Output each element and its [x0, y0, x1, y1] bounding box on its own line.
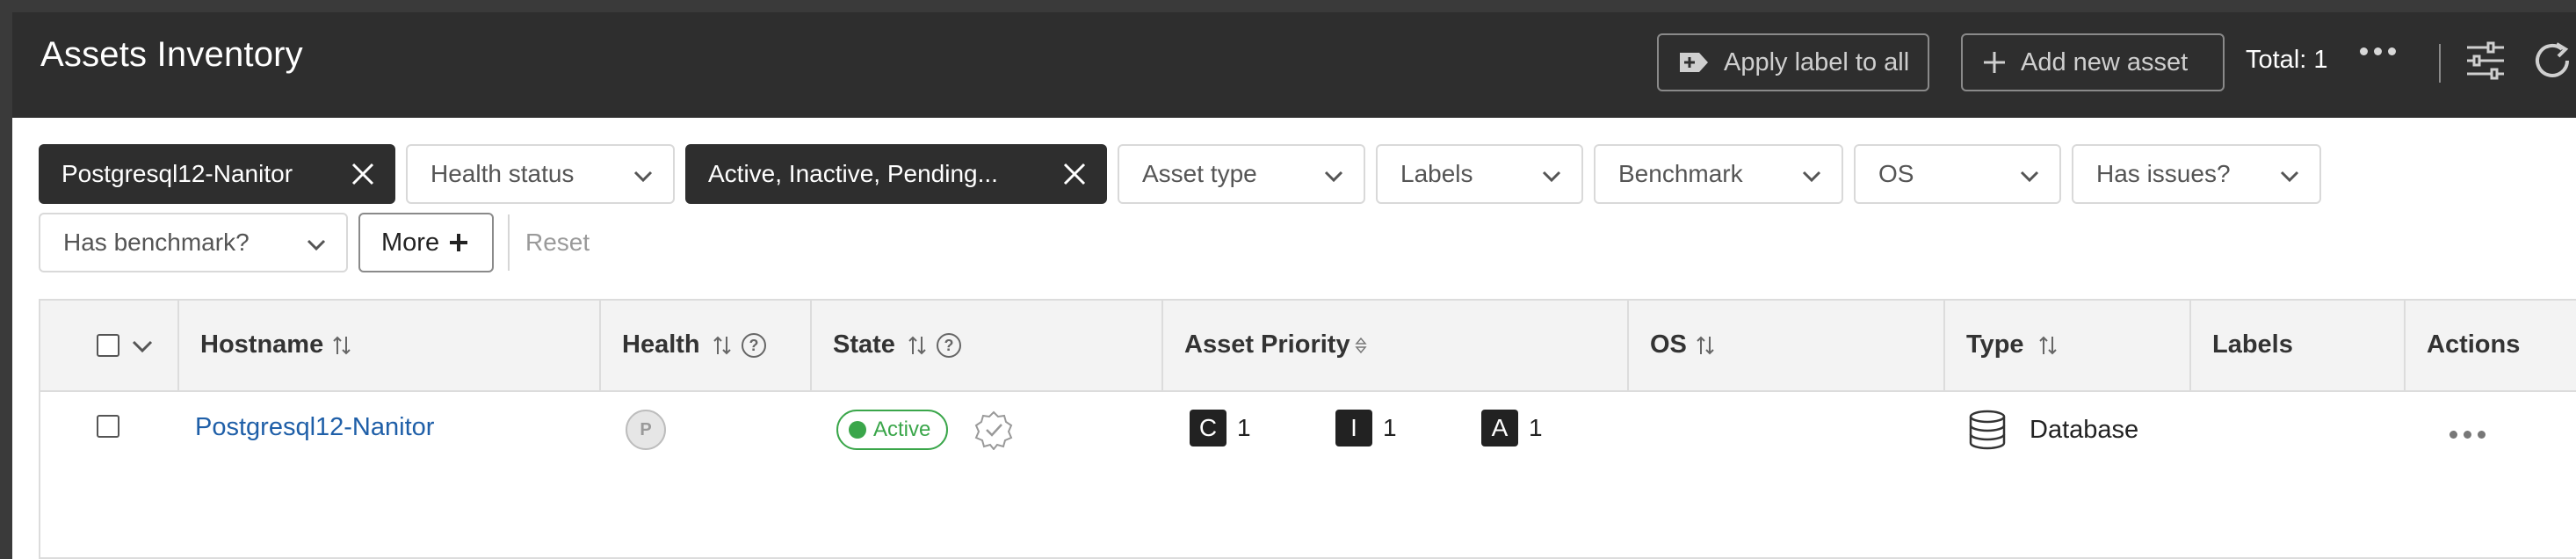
filter-chip-asset-type[interactable]: Asset type [1118, 144, 1365, 204]
sort-icon[interactable] [1354, 335, 1368, 356]
column-header-asset-priority[interactable]: Asset Priority [1184, 330, 1368, 359]
page-title: Assets Inventory [40, 35, 303, 74]
filter-chip-label: Has benchmark? [63, 229, 250, 256]
filter-chip-has-benchmark[interactable]: Has benchmark? [39, 213, 348, 272]
help-icon[interactable]: ? [936, 332, 962, 359]
status-dot-icon [849, 421, 866, 439]
filter-chip-health-status[interactable]: Health status [406, 144, 675, 204]
reset-filters-link[interactable]: Reset [525, 229, 590, 257]
column-header-label: OS [1650, 330, 1687, 359]
more-filters-label: More [381, 228, 440, 257]
filter-chip-label: Asset type [1142, 160, 1257, 187]
sort-icon[interactable] [713, 335, 732, 356]
column-header-label: Type [1966, 330, 2024, 359]
table-row[interactable]: Postgresql12-Nanitor P Active C 1 I 1 A … [40, 392, 2576, 559]
plus-icon [450, 234, 468, 251]
column-header-label: Labels [2212, 330, 2293, 359]
app-frame: Assets Inventory Apply label to all Add … [0, 0, 2576, 559]
row-actions-icon[interactable] [2449, 431, 2486, 439]
chevron-down-icon [2020, 171, 2039, 183]
sort-icon[interactable] [332, 335, 351, 356]
column-header-type[interactable]: Type [1966, 330, 2058, 359]
filter-chip-labels[interactable]: Labels [1376, 144, 1583, 204]
more-filters-button[interactable]: More [358, 213, 494, 272]
priority-integrity: I 1 [1335, 410, 1397, 446]
filter-chip-label: Benchmark [1618, 160, 1743, 187]
filter-chip-benchmark[interactable]: Benchmark [1594, 144, 1843, 204]
help-icon[interactable]: ? [741, 332, 767, 359]
priority-value: 1 [1237, 414, 1251, 441]
status-badge-label: Active [873, 417, 931, 441]
top-bar: Assets Inventory Apply label to all Add … [12, 12, 2576, 118]
apply-label-button[interactable]: Apply label to all [1657, 33, 1929, 91]
hostname-link[interactable]: Postgresql12-Nanitor [195, 413, 434, 442]
filter-chip-label: Labels [1400, 160, 1473, 187]
filter-chip-state[interactable]: Active, Inactive, Pending... [685, 144, 1107, 204]
priority-value: 1 [1383, 414, 1397, 441]
health-indicator: P [626, 410, 666, 450]
database-icon [1969, 410, 2006, 450]
sort-icon[interactable] [1696, 335, 1715, 356]
column-header-os[interactable]: OS [1650, 330, 1715, 359]
priority-availability: A 1 [1481, 410, 1543, 446]
close-icon[interactable] [350, 161, 376, 187]
close-icon[interactable] [1061, 161, 1088, 187]
more-options-icon[interactable] [2360, 47, 2396, 55]
main-panel: Postgresql12-Nanitor Health status Activ… [12, 118, 2576, 559]
column-header-labels: Labels [2212, 330, 2293, 359]
add-new-asset-button[interactable]: Add new asset [1961, 33, 2225, 91]
filter-chip-hostname[interactable]: Postgresql12-Nanitor [39, 144, 395, 204]
chevron-down-icon [633, 171, 653, 183]
column-header-actions: Actions [2427, 330, 2520, 359]
filter-chip-label: Postgresql12-Nanitor [62, 160, 293, 187]
sort-icon[interactable] [2038, 335, 2058, 356]
priority-value: 1 [1529, 414, 1543, 441]
type-cell: Database [1968, 410, 2138, 450]
refresh-icon[interactable] [2532, 40, 2572, 81]
column-header-hostname[interactable]: Hostname [200, 330, 351, 359]
select-all-checkbox[interactable] [97, 334, 119, 357]
priority-key: A [1481, 410, 1518, 446]
assets-table: Hostname Health ? State ? Asset Priority… [39, 299, 2576, 559]
svg-text:?: ? [749, 337, 758, 354]
total-count: Total: 1 [2246, 46, 2328, 74]
filter-chip-has-issues[interactable]: Has issues? [2072, 144, 2321, 204]
toolbar-divider [2439, 44, 2441, 83]
column-header-state[interactable]: State ? [833, 330, 962, 359]
column-header-label: Health [622, 330, 700, 359]
priority-confidentiality: C 1 [1190, 410, 1251, 446]
apply-label-text: Apply label to all [1724, 47, 1910, 76]
column-header-label: Actions [2427, 330, 2521, 359]
column-header-health[interactable]: Health ? [622, 330, 767, 359]
chevron-down-icon [307, 239, 326, 251]
filter-chip-os[interactable]: OS [1854, 144, 2061, 204]
priority-key: I [1335, 410, 1372, 446]
svg-text:?: ? [944, 337, 953, 354]
filter-chip-label: OS [1878, 160, 1914, 187]
filter-chip-label: Active, Inactive, Pending... [708, 160, 998, 187]
label-add-icon [1680, 53, 1708, 72]
priority-key: C [1190, 410, 1226, 446]
chevron-down-icon[interactable] [132, 338, 153, 355]
chevron-down-icon [2280, 171, 2299, 183]
filter-chip-label: Health status [431, 160, 575, 187]
chevron-down-icon [1542, 171, 1561, 183]
sort-icon[interactable] [908, 335, 927, 356]
filter-divider [508, 214, 510, 271]
chevron-down-icon [1802, 171, 1821, 183]
column-header-label: Hostname [200, 330, 324, 359]
column-header-label: Asset Priority [1184, 330, 1350, 359]
row-checkbox[interactable] [97, 415, 119, 438]
filter-chip-label: Has issues? [2096, 160, 2231, 187]
type-label: Database [2030, 415, 2139, 444]
verified-badge-icon[interactable] [973, 410, 1014, 450]
status-badge: Active [836, 410, 949, 450]
plus-icon [1984, 52, 2005, 73]
column-header-label: State [833, 330, 895, 359]
chevron-down-icon [1324, 171, 1343, 183]
add-new-asset-text: Add new asset [2021, 47, 2189, 76]
column-settings-icon[interactable] [2465, 40, 2506, 81]
